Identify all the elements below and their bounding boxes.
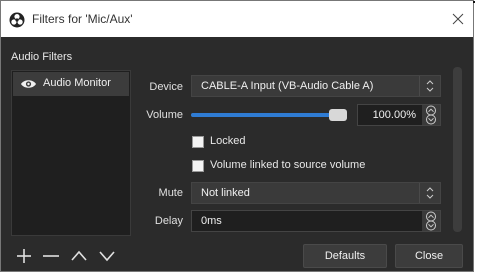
plus-icon[interactable]: [14, 246, 34, 266]
spin-arrows-icon[interactable]: [422, 105, 440, 125]
volume-slider[interactable]: [191, 109, 347, 121]
eye-icon[interactable]: [20, 78, 37, 90]
delay-value: 0ms: [201, 215, 222, 227]
chevron-down-icon[interactable]: [97, 246, 117, 266]
mute-select[interactable]: Not linked: [191, 182, 441, 204]
locked-label: Locked: [210, 135, 246, 147]
volume-label: Volume: [146, 109, 183, 121]
mute-value: Not linked: [201, 187, 250, 199]
scrollbar-thumb[interactable]: [453, 67, 462, 232]
up-down-arrows-icon: [419, 76, 434, 96]
audio-filters-label: Audio Filters: [11, 51, 73, 63]
minus-icon[interactable]: [41, 246, 61, 266]
device-label: Device: [149, 81, 183, 93]
close-button[interactable]: Close: [395, 244, 463, 268]
volume-linked-checkbox[interactable]: [192, 160, 204, 172]
up-down-arrows-icon: [419, 183, 434, 203]
spin-arrows-icon[interactable]: [422, 211, 440, 231]
scrollbar[interactable]: [453, 67, 462, 232]
chevron-up-icon[interactable]: [69, 246, 89, 266]
locked-checkbox[interactable]: [192, 136, 204, 148]
device-value: CABLE-A Input (VB-Audio Cable A): [201, 80, 374, 92]
volume-slider-fill: [191, 113, 338, 117]
device-select[interactable]: CABLE-A Input (VB-Audio Cable A): [191, 75, 441, 97]
close-icon[interactable]: [449, 10, 467, 28]
filter-list[interactable]: Audio Monitor: [11, 70, 131, 236]
title-bar[interactable]: Filters for 'Mic/Aux': [1, 1, 473, 37]
volume-linked-label: Volume linked to source volume: [210, 159, 366, 171]
mute-label: Mute: [158, 187, 183, 199]
filter-name: Audio Monitor: [43, 77, 111, 89]
delay-label: Delay: [154, 215, 183, 227]
list-item-audio-monitor[interactable]: Audio Monitor: [13, 72, 129, 96]
obs-logo-icon: [9, 12, 25, 28]
volume-spinbox[interactable]: 100.00%: [357, 104, 441, 126]
filters-dialog: Filters for 'Mic/Aux' Audio Filters Audi…: [0, 0, 475, 272]
window-title: Filters for 'Mic/Aux': [32, 12, 133, 26]
defaults-button[interactable]: Defaults: [303, 244, 387, 268]
volume-value: 100.00%: [372, 109, 416, 121]
volume-slider-handle[interactable]: [329, 109, 347, 121]
delay-spinbox[interactable]: 0ms: [191, 210, 441, 232]
